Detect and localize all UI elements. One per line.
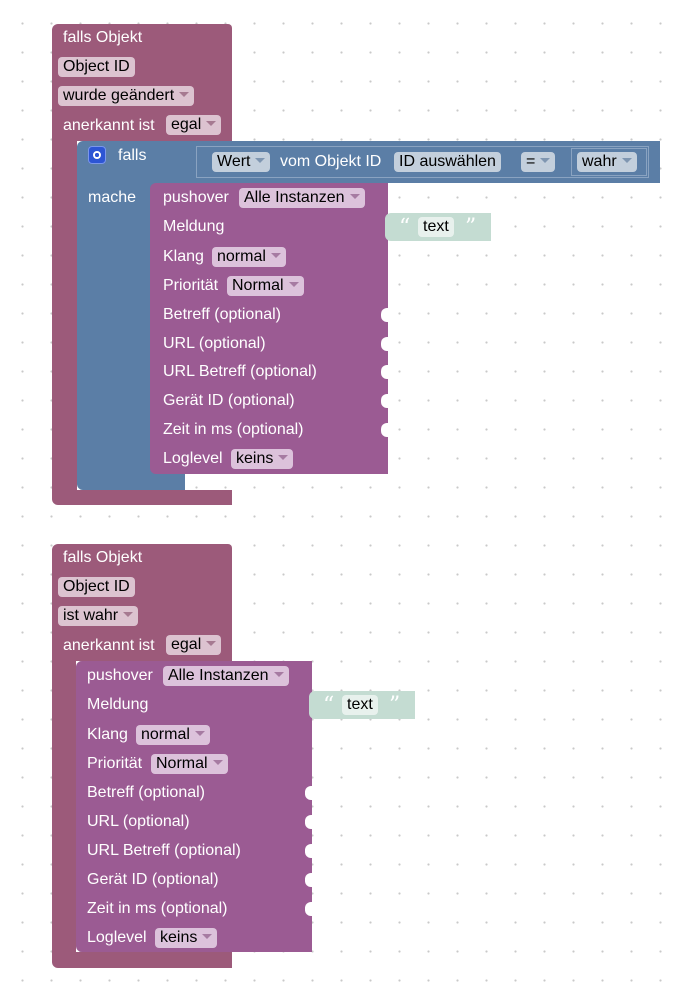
url-label: URL (optional) — [87, 813, 190, 830]
priority-label: Priorität — [163, 277, 219, 294]
trigger-block-spine — [52, 141, 77, 496]
message-text-field[interactable]: text — [342, 695, 378, 715]
ack-label: anerkannt ist — [63, 117, 155, 134]
chevron-down-icon — [349, 194, 360, 200]
chevron-down-icon — [194, 731, 205, 737]
loglevel-dropdown[interactable]: keins — [155, 928, 218, 948]
input-socket-url-title[interactable] — [381, 365, 393, 379]
trigger-title: falls Objekt — [63, 549, 143, 566]
subject-label: Betreff (optional) — [163, 306, 281, 323]
chevron-down-icon — [212, 760, 223, 766]
trigger-mode-dropdown[interactable]: wurde geändert — [58, 86, 195, 106]
message-text-field[interactable]: text — [418, 217, 454, 237]
pushover-label: pushover — [163, 189, 229, 206]
input-socket-url[interactable] — [381, 337, 393, 351]
loglevel-dropdown[interactable]: keins — [231, 449, 294, 469]
object-id-field[interactable]: Object ID — [58, 57, 135, 77]
input-socket-time[interactable] — [381, 423, 393, 437]
close-quote-icon: ” — [465, 215, 477, 240]
object-select-field[interactable]: ID auswählen — [394, 152, 501, 172]
ack-value: egal — [171, 116, 202, 133]
ack-dropdown[interactable]: egal — [166, 635, 222, 655]
operator-value: = — [526, 153, 536, 170]
trigger-title: falls Objekt — [63, 29, 143, 46]
loglevel-label: Loglevel — [87, 929, 147, 946]
if-label: falls — [118, 147, 147, 164]
input-socket-url[interactable] — [305, 815, 317, 829]
sound-dropdown[interactable]: normal — [136, 725, 210, 745]
pushover-label: pushover — [87, 667, 153, 684]
of-object-label: vom Objekt ID — [280, 153, 382, 170]
chevron-down-icon — [540, 158, 551, 164]
instance-value: Alle Instanzen — [244, 189, 345, 206]
chevron-down-icon — [123, 612, 134, 618]
trigger-block-footer — [52, 490, 232, 505]
input-socket-time[interactable] — [305, 902, 317, 916]
input-socket-url-title[interactable] — [305, 844, 317, 858]
trigger-block-spine — [52, 661, 76, 961]
chevron-down-icon — [288, 282, 299, 288]
chevron-down-icon — [206, 121, 217, 127]
trigger-mode-value: ist wahr — [63, 607, 119, 624]
chevron-down-icon — [621, 158, 632, 164]
device-label: Gerät ID (optional) — [87, 871, 219, 888]
ack-dropdown[interactable]: egal — [166, 115, 222, 135]
chevron-down-icon — [179, 92, 190, 98]
open-quote-icon: “ — [323, 693, 335, 718]
loglevel-value: keins — [160, 929, 198, 946]
priority-dropdown[interactable]: Normal — [151, 754, 228, 774]
sound-label: Klang — [163, 248, 204, 265]
subject-label: Betreff (optional) — [87, 784, 205, 801]
chevron-down-icon — [270, 253, 281, 259]
message-label: Meldung — [163, 218, 225, 235]
operator-dropdown[interactable]: = — [521, 152, 556, 172]
text-literal-block-2[interactable]: “ text ” — [309, 691, 415, 719]
time-label: Zeit in ms (optional) — [87, 900, 228, 917]
open-quote-icon: “ — [399, 215, 411, 240]
url-title-label: URL Betreff (optional) — [87, 842, 241, 859]
trigger-mode-dropdown[interactable]: ist wahr — [58, 606, 139, 626]
message-label: Meldung — [87, 696, 149, 713]
value-dropdown[interactable]: Wert — [212, 152, 271, 172]
chevron-down-icon — [255, 158, 266, 164]
sound-label: Klang — [87, 726, 128, 743]
value-dropdown-value: Wert — [217, 153, 251, 170]
priority-value: Normal — [232, 277, 284, 294]
trigger-block-footer — [52, 952, 232, 968]
priority-label: Priorität — [87, 755, 143, 772]
instance-value: Alle Instanzen — [168, 667, 269, 684]
input-socket-device[interactable] — [305, 873, 317, 887]
instance-dropdown[interactable]: Alle Instanzen — [239, 188, 365, 208]
instance-dropdown[interactable]: Alle Instanzen — [163, 666, 289, 686]
sound-value: normal — [217, 248, 266, 265]
priority-dropdown[interactable]: Normal — [227, 276, 304, 296]
sound-value: normal — [141, 726, 190, 743]
sound-dropdown[interactable]: normal — [212, 247, 286, 267]
do-label: mache — [88, 189, 137, 206]
ack-value: egal — [171, 636, 202, 653]
time-label: Zeit in ms (optional) — [163, 421, 304, 438]
trigger-mode-value: wurde geändert — [63, 87, 175, 104]
object-id-field[interactable]: Object ID — [58, 577, 135, 597]
chevron-down-icon — [202, 934, 213, 940]
device-label: Gerät ID (optional) — [163, 392, 295, 409]
chevron-down-icon — [206, 641, 217, 647]
chevron-down-icon — [278, 455, 289, 461]
ack-label: anerkannt ist — [63, 637, 155, 654]
url-title-label: URL Betreff (optional) — [163, 363, 317, 380]
input-socket-subject[interactable] — [381, 308, 393, 322]
url-label: URL (optional) — [163, 335, 266, 352]
gear-icon[interactable] — [88, 146, 106, 164]
compare-value-dropdown[interactable]: wahr — [577, 152, 637, 172]
priority-value: Normal — [156, 755, 208, 772]
compare-value: wahr — [582, 153, 617, 170]
chevron-down-icon — [273, 672, 284, 678]
input-socket-subject[interactable] — [305, 786, 317, 800]
text-literal-block-1[interactable]: “ text ” — [385, 213, 491, 241]
loglevel-label: Loglevel — [163, 450, 223, 467]
close-quote-icon: ” — [389, 693, 401, 718]
loglevel-value: keins — [236, 450, 274, 467]
input-socket-device[interactable] — [381, 394, 393, 408]
